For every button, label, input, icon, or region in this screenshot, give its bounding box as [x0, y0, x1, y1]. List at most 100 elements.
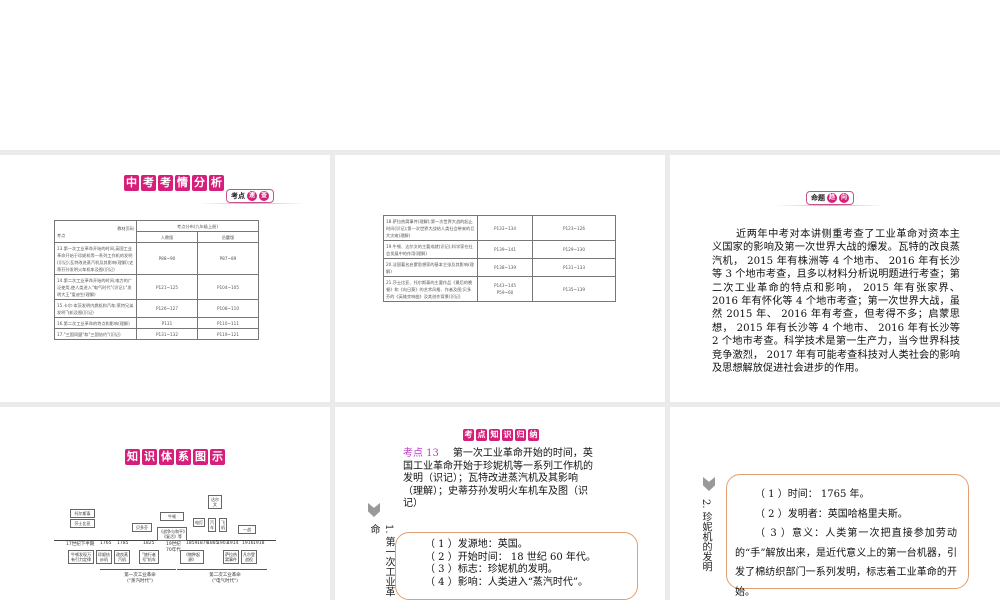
list-item: （ 2 ）开始时间： 18 世纪 60 年代。 — [425, 551, 596, 563]
tag-text: 考点 — [231, 192, 245, 200]
list-item: （ 1 ）发源地：英国。 — [425, 539, 528, 550]
page-cell: P123~126 — [532, 215, 616, 241]
banner-char: 析 — [209, 175, 224, 191]
topic-cell: 17."三国同盟"和"三国协约"(识记) — [54, 328, 137, 340]
tag-badge: 查 — [259, 191, 269, 201]
banner-char: 考 — [141, 175, 156, 191]
section-side-label: 1. 第一次工业革命 — [368, 524, 394, 597]
page-range: P59~60 — [496, 290, 514, 295]
slide-thumbnail-5[interactable]: 考点知识归纳 1. 第一次工业革命 考点 13 第一次工业革命开始的时间，英国工业… — [335, 407, 665, 600]
banner-char: 考 — [463, 429, 474, 441]
event-box: 牛顿 — [160, 512, 184, 521]
year-label: 1918 — [253, 541, 265, 546]
banner-char: 纳 — [528, 429, 539, 441]
event-box: 达尔文 — [208, 495, 222, 509]
event-box: 托尔斯泰 — [70, 509, 95, 518]
topic-cell: 21.莎士比亚、托尔斯泰的主要作品《最后的晚餐》和《向日葵》的艺术风格、作者及图… — [383, 276, 478, 302]
knowledge-heading: 考点 13 第一次工业革命开始的时间，英国工业革命开始于珍妮机等一系列工作机的发明… — [403, 448, 593, 511]
event-box: 萨拉热窝事件 — [223, 550, 239, 564]
year-label: 17世纪下半期 — [66, 542, 95, 547]
slide-thumbnail-3[interactable]: 命题趋向 近两年中考对本讲侧重考查了工业革命对资本主义国家的影响及第一次世界大战… — [670, 155, 1000, 402]
year-label: 1859 — [186, 541, 198, 546]
exam-distribution-table: 教材页码 考点 考点分布(九年级上册) 人教版 岳麓版 13.第一次工业革命开始的时间… — [54, 220, 259, 340]
banner-char: 识 — [502, 429, 513, 441]
list-item: （ 3 ）标志：珍妮机的发明。 — [425, 564, 558, 575]
page-cell: P133~134 — [477, 215, 533, 241]
column-header: 岳麓版 — [197, 231, 259, 243]
point-number: 考点 13 — [403, 448, 439, 459]
tag-badge: 速 — [247, 191, 257, 201]
event-box: 贝多芬 — [132, 523, 152, 532]
page-cell: P129~130 — [532, 240, 616, 259]
topic-cell: 13.第一次工业革命开始的时间,英国工业革命开始于珍妮机等一系列工作机的发明(识… — [54, 242, 137, 275]
slide-banner: 中考考情分析 — [124, 175, 224, 191]
item-list: （ 1 ）时间： 1765 年。 （ 2 ）发明者：英国哈格里夫斯。 （ 3 ）… — [735, 485, 957, 600]
slide-thumbnail-6[interactable]: 2. 珍妮机的发明 （ 1 ）时间： 1765 年。 （ 2 ）发明者：英国哈格… — [670, 407, 1000, 600]
column-header: 人教版 — [136, 231, 198, 243]
banner-char: 情 — [175, 175, 190, 191]
banner-char: 知 — [125, 449, 140, 465]
event-box: 《战争与和平》《复活》等 — [157, 527, 187, 541]
tag-badge: 趋 — [827, 193, 837, 203]
event-box: 珍妮纺纱机 — [96, 550, 112, 564]
event-box: 飞机 — [219, 518, 227, 532]
banner-char: 示 — [210, 449, 225, 465]
chevron-down-icon — [703, 477, 715, 491]
list-item: （ 2 ）发明者：英国哈格里夫斯。 — [755, 508, 908, 520]
ornament-line — [200, 203, 305, 204]
era-sub: ("蒸汽时代") — [127, 579, 153, 584]
topic-cell: 20.法国著名启蒙思想家的基本主张及其影响(理解) — [383, 258, 478, 277]
corner-top-label: 教材页码 — [117, 225, 134, 231]
page-cell: P135~139 — [532, 276, 616, 302]
event-box: 莎士比亚 — [70, 519, 95, 528]
banner-char: 分 — [192, 175, 207, 191]
event-box: 凡尔登战役 — [241, 550, 257, 564]
slide-banner: 考点知识归纳 — [463, 429, 539, 441]
page-cell: P87~89 — [197, 242, 259, 275]
year-label: 1785 — [117, 541, 129, 546]
era-bracket — [100, 569, 176, 570]
event-box: 电灯 — [193, 518, 205, 527]
list-item: （ 4 ）影响：人类进入“蒸汽时代”。 — [425, 576, 588, 588]
slide-thumbnail-2[interactable]: 18.萨拉热窝事件(理解);第一次世界大战的起止时间(识记);第一次世界大战给人… — [335, 155, 665, 402]
event-box: 一战 — [238, 525, 256, 534]
page-cell: P126~127 — [136, 299, 198, 318]
era-label: 第二次工业革命 ("电气时代") — [205, 572, 245, 584]
page-range: P143~145 — [493, 283, 517, 288]
banner-char: 归 — [515, 429, 526, 441]
item-list: （ 1 ）发源地：英国。 （ 2 ）开始时间： 18 世纪 60 年代。 （ 3… — [425, 539, 596, 589]
trend-paragraph: 近两年中考对本讲侧重考查了工业革命对资本主义国家的影响及第一次世界大战的爆发。瓦… — [712, 229, 960, 375]
banner-char: 系 — [176, 449, 191, 465]
event-box: 牛顿发现万有引力定律 — [68, 550, 94, 564]
slide-thumbnail-1[interactable]: 中考考情分析 考点速查 教材页码 考点 考点分布(九年级上册) 人教版 岳麓版 13.… — [0, 155, 330, 402]
page-cell: P138~139 — [477, 258, 533, 277]
page-cell: P108~110 — [197, 299, 259, 318]
year-label: 1765 — [100, 541, 112, 546]
tag-text: 命题 — [811, 194, 825, 202]
slide-thumbnail-4[interactable]: 知识体系图示 17世纪下半期 1765 1785 1825 19世纪70年代 1… — [0, 407, 330, 600]
era-sub: ("电气时代") — [212, 579, 238, 584]
table-row: 17."三国同盟"和"三国协约"(识记) P131~132 P119~121 — [54, 328, 259, 340]
table-row: 21.莎士比亚、托尔斯泰的主要作品《最后的晚餐》和《向日葵》的艺术风格、作者及图… — [383, 276, 616, 302]
corner-bottom-label: 考点 — [57, 232, 66, 238]
year-label: 1825 — [143, 541, 155, 546]
table-corner-cell: 教材页码考点 — [54, 220, 137, 243]
table-row: 18.萨拉热窝事件(理解);第一次世界大战的起止时间(识记);第一次世界大战给人… — [383, 215, 616, 241]
table-row: 20.法国著名启蒙思想家的基本主张及其影响(理解) P138~139 P131~13… — [383, 258, 616, 277]
banner-char: 识 — [142, 449, 157, 465]
table-row: 15.卡尔·本茨发明内燃机和汽车;莱特兄弟发明飞机及图(识记) P126~127 P… — [54, 299, 259, 318]
table-row: 13.第一次工业革命开始的时间,英国工业革命开始于珍妮机等一系列工作机的发明(识… — [54, 242, 259, 275]
chevron-down-icon — [368, 503, 380, 517]
topic-cell: 14.第二次工业革命开始的时间,电力的广泛使用,使人类进入"电气时代"(识记);… — [54, 274, 137, 300]
page-cell: P131~133 — [532, 258, 616, 277]
section-tag: 考点速查 — [226, 189, 274, 203]
list-item: （ 3 ）意义：人类第一次把直接参加劳动的“手”解放出来，是近代意义上的第一台机… — [735, 528, 957, 598]
topic-cell: 18.萨拉热窝事件(理解);第一次世界大战的起止时间(识记);第一次世界大战给人… — [383, 215, 478, 241]
slide-sorter-grid: 中考考情分析 考点速查 教材页码 考点 考点分布(九年级上册) 人教版 岳麓版 13.… — [0, 150, 1000, 600]
tag-badge: 向 — [839, 193, 849, 203]
page-cell: P104~105 — [197, 274, 259, 300]
exam-distribution-table-continued: 18.萨拉热窝事件(理解);第一次世界大战的起止时间(识记);第一次世界大战给人… — [383, 215, 616, 302]
page-cell: P143~145 P59~60 — [477, 276, 533, 302]
topic-cell: 19.牛顿、达尔文的主要成就(识记);科学家在社会发展中的作用(理解) — [383, 240, 478, 259]
table-group-header: 考点分布(九年级上册) — [136, 220, 259, 232]
